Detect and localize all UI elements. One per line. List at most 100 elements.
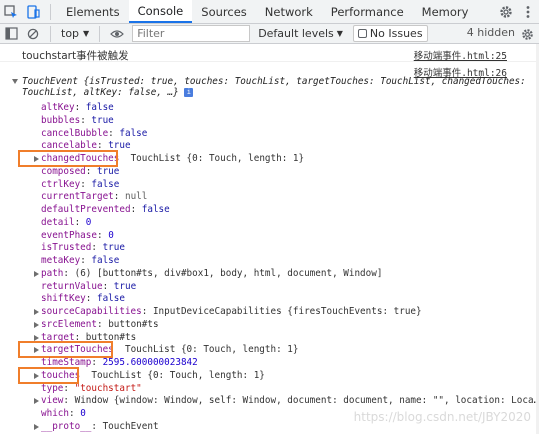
property-key: view	[41, 395, 64, 407]
property-row-metaKey: metaKey: false	[41, 255, 120, 266]
issues-icon	[357, 29, 367, 38]
issues-label: No Issues	[369, 27, 423, 40]
property-value: false	[91, 255, 120, 266]
expand-triangle-icon[interactable]	[34, 270, 39, 277]
property-key: altKey	[41, 102, 75, 113]
expand-triangle-icon[interactable]	[34, 309, 39, 315]
property-value: false	[96, 293, 125, 305]
property-row-shiftKey: shiftKey: false	[41, 293, 125, 305]
expand-triangle-icon[interactable]	[34, 423, 39, 430]
chevron-down-icon: ▼	[336, 29, 343, 38]
context-selector[interactable]: top ▼	[57, 27, 93, 40]
tab-sources[interactable]: Sources	[192, 0, 256, 23]
tab-console[interactable]: Console	[128, 0, 193, 23]
tab-memory[interactable]: Memory	[413, 0, 478, 23]
property-value: 0	[108, 229, 114, 241]
property-value: TouchList {0: Touch, length: 1}	[91, 369, 265, 381]
property-key: defaultPrevented	[41, 204, 131, 215]
source-link[interactable]: 移动端事件.html:25	[414, 48, 507, 62]
property-value: true	[113, 280, 137, 292]
property-row-cancelBubble: cancelBubble: false	[41, 127, 148, 139]
property-key: srcElement	[41, 318, 97, 330]
object-preview[interactable]: TouchEvent {isTrusted: true, touches: To…	[22, 76, 532, 98]
sidebar-toggle-icon[interactable]	[0, 24, 22, 44]
console-settings-gear-icon[interactable]	[519, 26, 535, 42]
property-key: isTrusted	[41, 242, 92, 254]
default-levels-dropdown[interactable]: Default levels ▼	[258, 27, 343, 40]
property-key: eventPhase	[41, 229, 97, 241]
property-value: (6) [button#ts, div#box1, body, html, do…	[74, 267, 383, 279]
property-key: __proto__	[41, 420, 92, 432]
property-row-ctrlKey: ctrlKey: false	[41, 178, 120, 190]
property-key: which	[41, 408, 69, 419]
tab-elements[interactable]: Elements	[57, 0, 129, 23]
property-row-view[interactable]: view: Window {window: Window, self: Wind…	[34, 395, 539, 408]
eye-icon[interactable]	[106, 24, 128, 44]
property-value: 0	[80, 408, 86, 419]
property-row-sourceCapabilities[interactable]: sourceCapabilities: InputDeviceCapabilit…	[34, 306, 422, 319]
property-key: cancelBubble	[41, 127, 109, 139]
inspect-element-icon[interactable]	[0, 0, 22, 24]
property-value: 2595.600000023842	[102, 357, 198, 368]
property-value: true	[91, 114, 114, 126]
property-row-which: which: 0	[41, 408, 86, 419]
property-value: Window {window: Window, self: Window, do…	[74, 395, 539, 407]
chevron-down-icon: ▼	[83, 29, 90, 38]
annotation-highlight-box	[18, 341, 113, 359]
object-preview-line2: TouchList, altKey: false, …}	[22, 87, 179, 98]
property-row-composed: composed: true	[41, 165, 120, 177]
more-options-icon[interactable]	[517, 0, 539, 24]
property-value: true	[96, 165, 120, 177]
property-key: ctrlKey	[41, 178, 81, 190]
log-message-text: touchstart事件被触发	[22, 50, 129, 62]
property-value: TouchList {0: Touch, length: 1}	[130, 153, 305, 164]
annotation-highlight-box	[18, 366, 80, 384]
console-output: touchstart事件被触发 移动端事件.html:25 移动端事件.html…	[0, 45, 539, 434]
console-message: touchstart事件被触发 移动端事件.html:25	[0, 45, 539, 62]
hidden-messages-count: 4 hidden	[466, 26, 515, 39]
property-key: bubbles	[41, 114, 81, 126]
expand-triangle-icon[interactable]	[34, 321, 39, 328]
levels-label: Default levels	[258, 27, 334, 40]
device-toolbar-icon[interactable]	[22, 0, 44, 24]
property-value: false	[141, 204, 170, 215]
property-value: button#ts	[108, 318, 159, 330]
property-key: metaKey	[41, 255, 81, 266]
tab-network[interactable]: Network	[256, 0, 322, 23]
property-row-proto[interactable]: __proto__: TouchEvent	[34, 420, 159, 434]
settings-gear-icon[interactable]	[495, 0, 517, 24]
property-value: TouchList {0: Touch, length: 1}	[124, 344, 299, 356]
property-value: TouchEvent	[102, 420, 159, 432]
property-value: false	[91, 178, 120, 190]
context-label: top	[61, 27, 80, 40]
property-value: 0	[85, 216, 92, 228]
property-key: path	[41, 267, 64, 279]
property-value: null	[124, 191, 148, 203]
devtools-tabbar: Elements Console Sources Network Perform…	[0, 0, 539, 24]
expand-triangle-icon[interactable]	[34, 334, 39, 341]
property-key: sourceCapabilities	[41, 306, 142, 317]
expand-triangle-icon[interactable]	[34, 398, 39, 405]
property-row-eventPhase: eventPhase: 0	[41, 229, 114, 241]
property-row-path[interactable]: path: (6) [button#ts, div#box1, body, ht…	[34, 267, 383, 281]
property-value: InputDeviceCapabilities {firesTouchEvent…	[152, 306, 422, 317]
property-key: composed	[41, 165, 86, 177]
property-row-altKey: altKey: false	[41, 102, 114, 113]
property-key: detail	[41, 216, 75, 228]
info-icon[interactable]: i	[184, 88, 194, 97]
filter-input[interactable]: Filter	[132, 25, 251, 42]
property-row-srcElement[interactable]: srcElement: button#ts	[34, 318, 159, 332]
clear-console-icon[interactable]	[22, 24, 44, 44]
watermark: https://blog.csdn.net/JBY2020	[353, 410, 531, 424]
toolbar-divider	[50, 25, 51, 42]
property-row-defaultPrevented: defaultPrevented: false	[41, 204, 170, 215]
property-row-detail: detail: 0	[41, 216, 92, 228]
object-preview-line1: TouchEvent {isTrusted: true, touches: To…	[22, 76, 526, 87]
property-row-bubbles: bubbles: true	[41, 114, 114, 126]
tab-performance[interactable]: Performance	[322, 0, 413, 23]
issues-button[interactable]: No Issues	[352, 25, 428, 42]
expand-triangle-icon[interactable]	[12, 79, 18, 84]
property-key: type	[41, 382, 64, 394]
console-toolbar: top ▼ Filter Default levels ▼ No Issues	[0, 24, 539, 44]
property-value: false	[85, 102, 114, 113]
